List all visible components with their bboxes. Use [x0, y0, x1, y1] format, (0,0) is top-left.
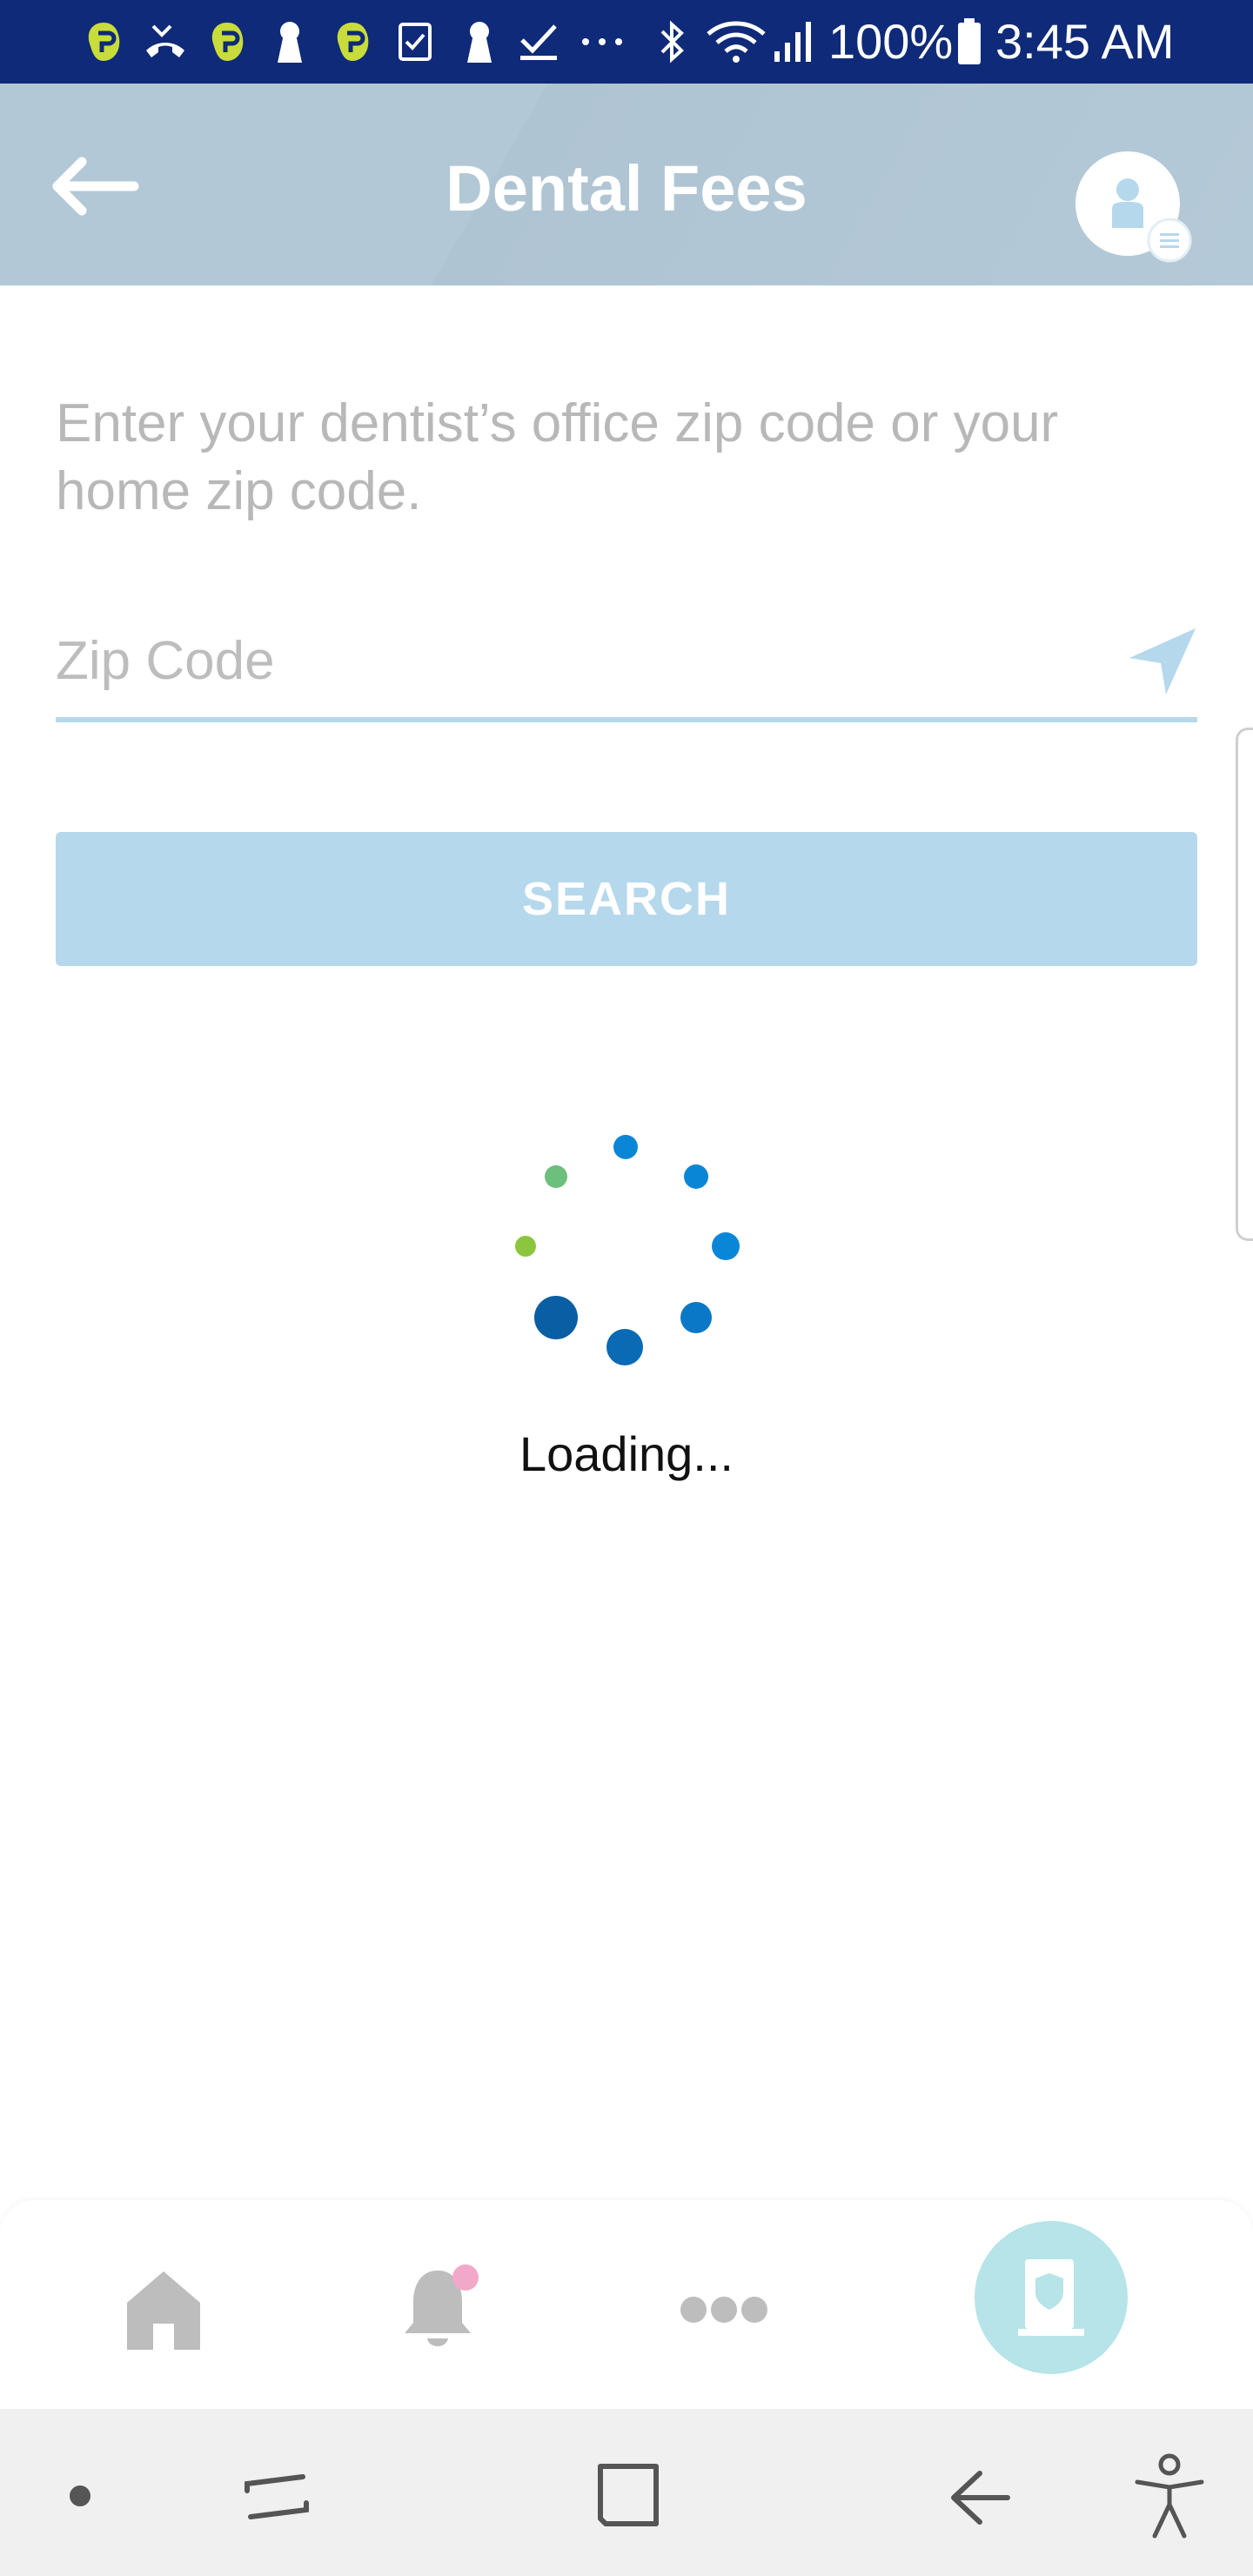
side-drawer-handle[interactable]: [1236, 728, 1253, 1241]
nav-insurance-card[interactable]: [975, 2221, 1128, 2374]
location-arrow-icon: [1129, 628, 1196, 694]
app-notification-icon: [205, 16, 249, 68]
square-home-icon: [598, 2464, 659, 2526]
bell-icon: [405, 2264, 479, 2346]
back-arrow-icon: [951, 2471, 1010, 2525]
battery-icon: [954, 16, 985, 68]
search-button[interactable]: SEARCH: [56, 832, 1197, 966]
more-dots-icon: [680, 2297, 767, 2323]
more-notifications-icon: [578, 16, 626, 68]
use-location-button[interactable]: [1126, 625, 1199, 698]
nav-home[interactable]: [103, 2249, 224, 2371]
bluetooth-icon: [653, 16, 691, 68]
checklist-icon: [393, 16, 437, 68]
home-system-button[interactable]: [576, 2444, 680, 2548]
nav-more[interactable]: [663, 2249, 785, 2371]
checkmark-icon: [517, 16, 560, 68]
arrow-left-icon: [52, 157, 139, 216]
profile-menu-icon: [1075, 151, 1192, 263]
recent-apps-button[interactable]: [224, 2444, 329, 2548]
insurance-card-icon: [1018, 2259, 1084, 2336]
clock: 3:45 AM: [995, 14, 1175, 69]
app-notification-icon: [331, 16, 374, 68]
keyhole-icon: [268, 16, 312, 68]
zip-underline: [56, 717, 1197, 722]
accessibility-button[interactable]: [1117, 2444, 1222, 2548]
notification-dot: [452, 2264, 479, 2291]
signal-icon: [769, 16, 818, 68]
back-system-button[interactable]: [928, 2444, 1032, 2548]
loading-spinner: [487, 1114, 766, 1392]
home-icon: [127, 2271, 200, 2350]
wifi-icon: [703, 16, 769, 68]
battery-percentage: 100%: [828, 14, 954, 69]
zip-code-input[interactable]: [56, 609, 1082, 712]
recent-apps-icon: [245, 2474, 309, 2519]
loading-text: Loading...: [519, 1426, 734, 1481]
system-navigation-bar: [0, 2409, 1253, 2576]
status-bar: 100% 3:45 AM: [0, 0, 1253, 84]
zip-code-field: [56, 609, 1197, 726]
dot-button[interactable]: [28, 2444, 132, 2548]
profile-menu-button[interactable]: [1074, 150, 1196, 272]
bottom-navigation: [0, 2200, 1253, 2409]
back-button[interactable]: [47, 143, 143, 230]
missed-call-icon: [141, 16, 190, 68]
page-title: Dental Fees: [446, 152, 807, 225]
dot-icon: [70, 2485, 90, 2506]
zip-instructions: Enter your dentist’s office zip code or …: [56, 393, 1059, 521]
keyhole-icon: [458, 16, 501, 68]
app-notification-icon: [82, 16, 125, 68]
app-header: Dental Fees: [0, 84, 1253, 285]
nav-notifications[interactable]: [381, 2249, 503, 2371]
accessibility-icon: [1135, 2453, 1204, 2539]
